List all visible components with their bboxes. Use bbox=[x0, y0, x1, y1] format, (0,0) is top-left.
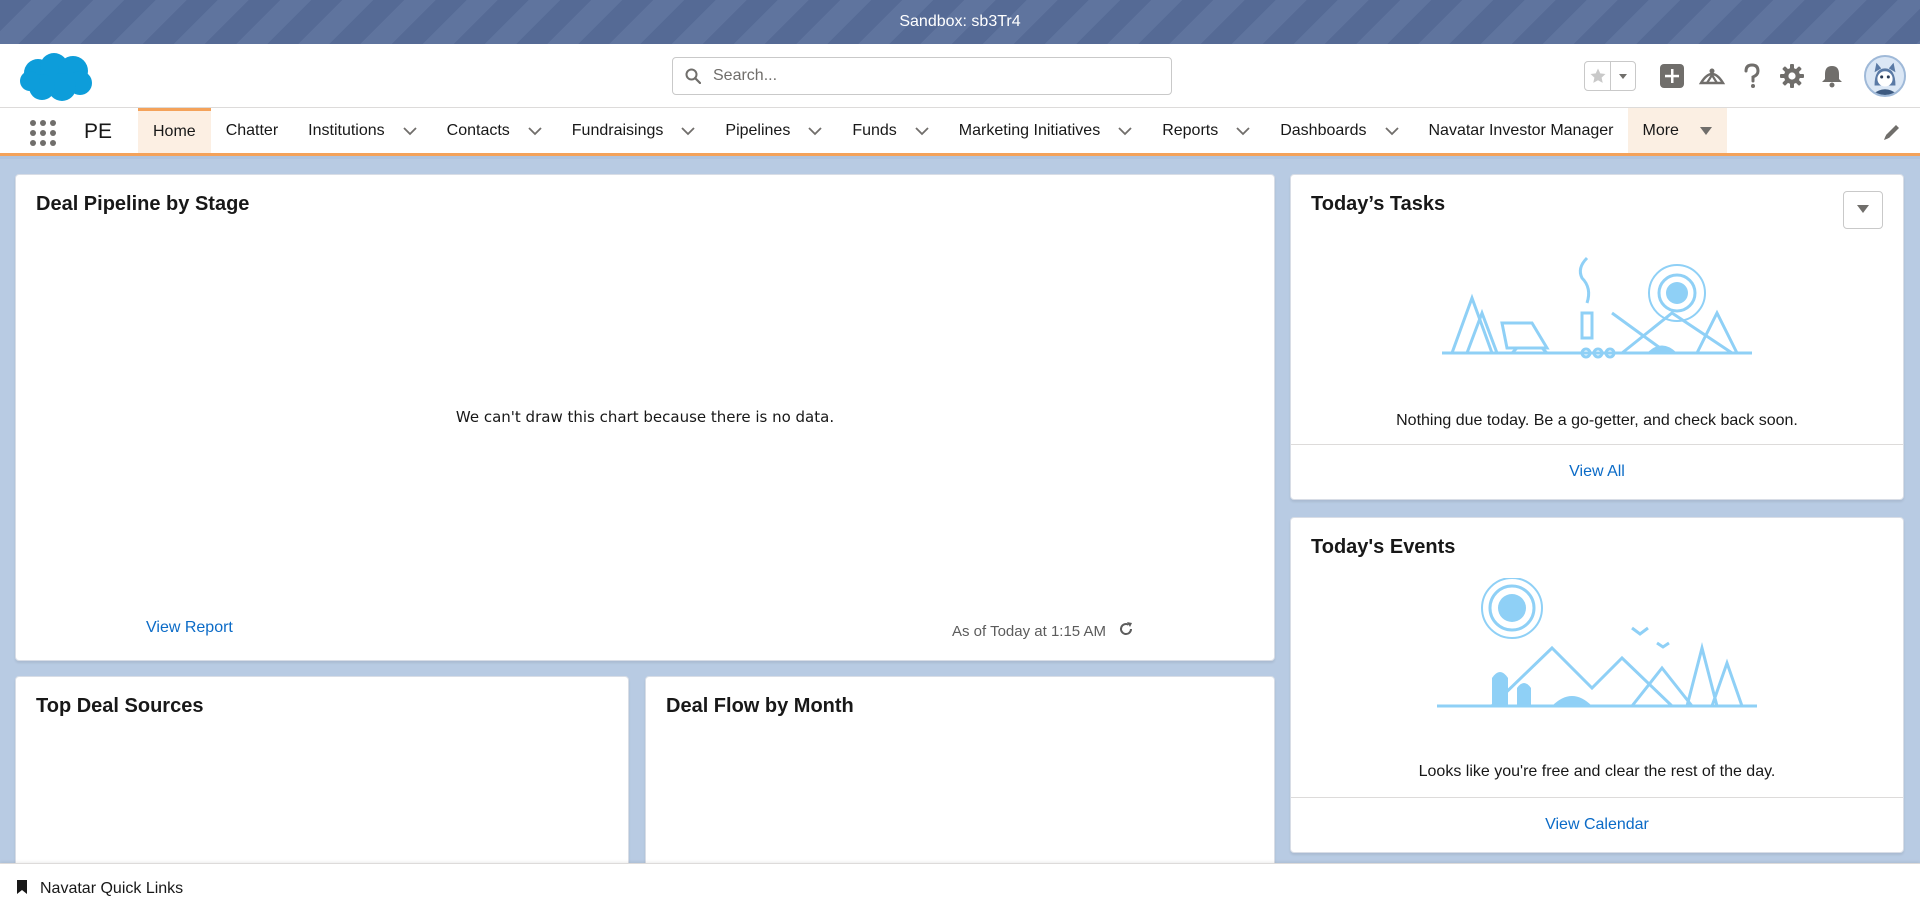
nav-tab-chatter[interactable]: Chatter bbox=[211, 108, 293, 153]
setup-gear-icon[interactable] bbox=[1772, 56, 1812, 96]
nav-tab-label: Reports bbox=[1162, 121, 1219, 139]
nav-tab-label: Pipelines bbox=[725, 121, 791, 139]
nav-tab-reports[interactable]: Reports bbox=[1147, 108, 1265, 153]
nav-tab-label: Home bbox=[153, 123, 196, 140]
bookmark-icon bbox=[16, 879, 28, 900]
notification-bell-icon[interactable] bbox=[1812, 56, 1852, 96]
quick-links-label: Navatar Quick Links bbox=[40, 880, 184, 897]
app-name: PE bbox=[84, 120, 113, 143]
header-actions bbox=[1584, 55, 1906, 97]
add-icon[interactable] bbox=[1652, 56, 1692, 96]
deal-flow-card: Deal Flow by Month bbox=[645, 676, 1275, 863]
nav-more-label: More bbox=[1642, 121, 1679, 139]
card-title: Today’s Tasks bbox=[1311, 193, 1446, 215]
as-of-timestamp: As of Today at 1:15 AM bbox=[952, 621, 1134, 641]
caret-down-icon bbox=[1699, 126, 1713, 136]
chevron-down-icon[interactable] bbox=[1611, 62, 1635, 90]
chevron-down-icon[interactable] bbox=[403, 126, 417, 136]
salesforce-logo[interactable] bbox=[18, 51, 94, 103]
sandbox-label: Sandbox: sb3Tr4 bbox=[899, 13, 1021, 30]
nav-tab-pipelines[interactable]: Pipelines bbox=[710, 108, 837, 153]
avatar[interactable] bbox=[1864, 55, 1906, 97]
card-title: Today's Events bbox=[1311, 536, 1456, 558]
edit-nav-pencil-icon[interactable] bbox=[1882, 122, 1902, 142]
navatar-quick-links[interactable]: Navatar Quick Links bbox=[16, 864, 183, 913]
home-page-content: Deal Pipeline by Stage We can't draw thi… bbox=[0, 159, 1920, 863]
todays-events-card: Today's Events Looks like you're free an… bbox=[1290, 517, 1904, 853]
search-input[interactable] bbox=[713, 67, 1153, 85]
nav-tab-label: Contacts bbox=[446, 121, 510, 139]
nav-tab-marketing-initiatives[interactable]: Marketing Initiatives bbox=[944, 108, 1147, 153]
caret-down-icon bbox=[1856, 201, 1870, 219]
chevron-down-icon[interactable] bbox=[681, 126, 696, 136]
card-title: Top Deal Sources bbox=[36, 695, 204, 717]
favorites-group bbox=[1584, 61, 1636, 91]
nav-tab-dashboards[interactable]: Dashboards bbox=[1265, 108, 1413, 153]
chevron-down-icon[interactable] bbox=[915, 126, 929, 136]
view-all-tasks-link[interactable]: View All bbox=[1291, 444, 1903, 499]
nav-tab-label: Funds bbox=[852, 121, 897, 139]
nav-tab-funds[interactable]: Funds bbox=[837, 108, 943, 153]
star-icon[interactable] bbox=[1585, 62, 1611, 90]
nav-tab-home[interactable]: Home bbox=[138, 108, 211, 153]
global-search[interactable] bbox=[672, 57, 1172, 95]
as-of-label: As of Today at 1:15 AM bbox=[952, 622, 1106, 640]
search-icon bbox=[673, 68, 713, 84]
nav-tab-label: Chatter bbox=[225, 121, 279, 139]
nav-tab-label: Fundraisings bbox=[571, 121, 664, 139]
nav-tab-institutions[interactable]: Institutions bbox=[293, 108, 431, 153]
chevron-down-icon[interactable] bbox=[1118, 126, 1132, 136]
card-title: Deal Flow by Month bbox=[666, 695, 854, 717]
view-calendar-link[interactable]: View Calendar bbox=[1291, 797, 1903, 852]
help-icon[interactable] bbox=[1732, 56, 1772, 96]
global-header bbox=[0, 44, 1920, 108]
nav-items: Home Chatter Institutions Contacts Fundr… bbox=[138, 108, 1727, 153]
nav-tab-fundraisings[interactable]: Fundraisings bbox=[557, 108, 711, 153]
top-deal-sources-card: Top Deal Sources bbox=[15, 676, 629, 863]
trailhead-icon[interactable] bbox=[1692, 56, 1732, 96]
nav-tab-navatar-investor-manager[interactable]: Navatar Investor Manager bbox=[1414, 108, 1629, 153]
deal-pipeline-card: Deal Pipeline by Stage We can't draw thi… bbox=[15, 174, 1275, 661]
tasks-menu-button[interactable] bbox=[1843, 191, 1883, 229]
camping-illustration bbox=[1291, 253, 1903, 363]
sandbox-banner: Sandbox: sb3Tr4 bbox=[0, 0, 1920, 44]
chevron-down-icon[interactable] bbox=[528, 126, 542, 136]
card-title: Deal Pipeline by Stage bbox=[36, 193, 250, 215]
nav-tab-label: Dashboards bbox=[1280, 121, 1367, 139]
nav-more-menu[interactable]: More bbox=[1628, 108, 1727, 153]
no-data-message: We can't draw this chart because there i… bbox=[455, 408, 835, 426]
nav-tab-label: Navatar Investor Manager bbox=[1428, 121, 1614, 139]
tasks-empty-message: Nothing due today. Be a go-getter, and c… bbox=[1396, 412, 1798, 429]
nav-tab-label: Institutions bbox=[308, 121, 385, 139]
outdoor-illustration bbox=[1291, 578, 1903, 713]
utility-bar: Navatar Quick Links bbox=[0, 863, 1920, 913]
todays-tasks-card: Today’s Tasks Nothing due today. Be a go… bbox=[1290, 174, 1904, 500]
events-empty-message: Looks like you're free and clear the res… bbox=[1418, 763, 1776, 780]
chevron-down-icon[interactable] bbox=[1384, 126, 1399, 136]
app-launcher-icon[interactable] bbox=[28, 118, 58, 148]
nav-tab-contacts[interactable]: Contacts bbox=[432, 108, 557, 153]
chevron-down-icon[interactable] bbox=[1236, 126, 1250, 136]
navigation-bar: PE Home Chatter Institutions Contacts Fu… bbox=[0, 108, 1920, 156]
chevron-down-icon[interactable] bbox=[808, 126, 822, 136]
nav-tab-label: Marketing Initiatives bbox=[958, 121, 1101, 139]
view-report-link[interactable]: View Report bbox=[146, 619, 233, 637]
refresh-icon[interactable] bbox=[1118, 621, 1134, 641]
